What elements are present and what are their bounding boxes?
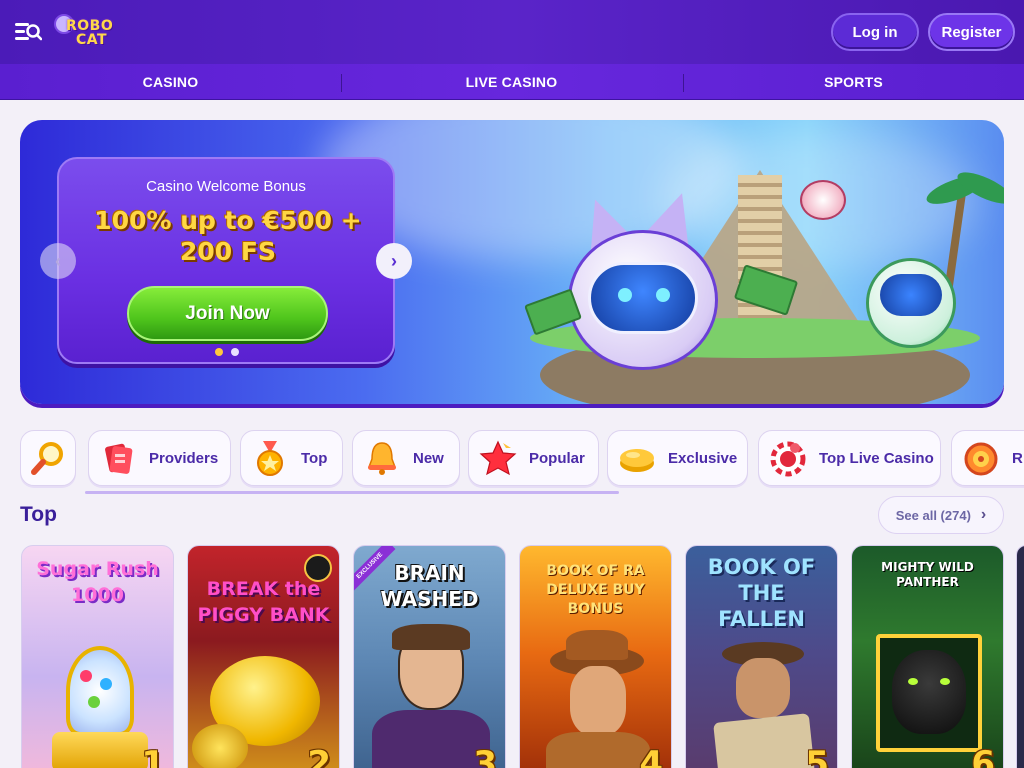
promo-title-line2: 200 FS xyxy=(180,237,276,266)
rank-number: 6 xyxy=(971,744,995,768)
category-roulette[interactable]: R xyxy=(951,430,1024,486)
star-icon xyxy=(479,440,517,476)
category-top[interactable]: Top xyxy=(240,430,343,486)
golden-piggy xyxy=(192,724,248,768)
category-scroll-indicator xyxy=(85,491,619,494)
robot-visor xyxy=(880,274,942,316)
panther-head xyxy=(892,650,966,734)
category-exclusive[interactable]: Exclusive xyxy=(607,430,748,486)
game-tile-break-the-piggy-bank[interactable]: BREAK the PIGGY BANK 2 xyxy=(187,545,340,768)
menu-search-icon[interactable] xyxy=(14,19,43,45)
category-label: Top xyxy=(301,449,328,467)
gold-icon xyxy=(620,449,654,472)
game-tile-sugar-rush[interactable]: Sugar Rush 1000 1 xyxy=(21,545,174,768)
providers-icon xyxy=(105,443,133,474)
panther-eye xyxy=(908,678,918,685)
panther-eye xyxy=(940,678,950,685)
gumball-base xyxy=(52,732,148,768)
game-title: BOOK OF THE FALLEN xyxy=(707,555,816,631)
search-icon xyxy=(31,442,63,475)
rank-number: 4 xyxy=(639,744,663,768)
see-all-button[interactable]: See all (274) › xyxy=(878,496,1004,534)
treasure-map xyxy=(713,713,815,768)
top-header: ROBO CAT Log in Register xyxy=(0,0,1024,64)
character-hair xyxy=(392,624,470,650)
gumball xyxy=(88,696,100,708)
register-button[interactable]: Register xyxy=(928,13,1015,51)
game-tile-partial[interactable] xyxy=(1016,545,1024,768)
carousel-prev-button[interactable]: ‹ xyxy=(40,243,76,279)
login-button[interactable]: Log in xyxy=(831,13,919,51)
section-title: Top xyxy=(20,503,57,526)
welcome-bonus-card: Casino Welcome Bonus 100% up to €500 + 2… xyxy=(57,157,395,364)
category-top-live-casino[interactable]: Top Live Casino xyxy=(758,430,941,486)
category-label: R xyxy=(1012,449,1023,467)
roulette-chip-icon xyxy=(770,441,806,477)
category-providers[interactable]: Providers xyxy=(88,430,231,486)
category-popular[interactable]: Popular xyxy=(468,430,599,486)
promo-title: 100% up to €500 + 200 FS xyxy=(79,205,377,267)
rank-number: 2 xyxy=(307,744,331,768)
explorer-body xyxy=(546,732,650,768)
category-label: Providers xyxy=(149,449,219,467)
category-search[interactable] xyxy=(20,430,76,486)
category-new[interactable]: New xyxy=(352,430,460,486)
nav-casino[interactable]: CASINO xyxy=(0,64,341,100)
category-label: Exclusive xyxy=(668,449,738,467)
game-title: BRAIN WASHED xyxy=(380,561,479,611)
robocat-logo[interactable]: ROBO CAT xyxy=(52,10,126,54)
logo-text-cat: CAT xyxy=(76,32,108,48)
join-now-button[interactable]: Join Now xyxy=(127,286,328,341)
rank-number: 3 xyxy=(473,744,497,768)
gumball xyxy=(100,678,112,690)
robot-eye xyxy=(618,288,632,302)
see-all-label: See all (274) xyxy=(895,507,971,523)
roulette-icon xyxy=(964,442,998,476)
nav-sports[interactable]: SPORTS xyxy=(683,64,1024,100)
game-title: MIGHTY WILD PANTHER xyxy=(881,560,974,589)
carousel-dot-active[interactable] xyxy=(215,348,223,356)
game-tile-book-of-ra[interactable]: BOOK OF RA DELUXE BUY BONUS 4 xyxy=(519,545,672,768)
robot-eye xyxy=(656,288,670,302)
rank-number: 5 xyxy=(805,744,829,768)
chevron-right-icon: › xyxy=(980,506,987,523)
category-bar: Providers Top New Popular Exclusive Top … xyxy=(0,430,1024,488)
provider-badge xyxy=(304,554,332,582)
carousel-dot[interactable] xyxy=(231,348,239,356)
nav-live-casino[interactable]: LIVE CASINO xyxy=(341,64,682,100)
game-title: BOOK OF RA DELUXE BUY BONUS xyxy=(546,563,645,617)
small-robot-cat xyxy=(800,180,846,220)
medal-icon xyxy=(257,441,283,476)
character-body xyxy=(372,710,490,768)
robot-cat-mascot xyxy=(540,185,730,370)
green-robot-cat xyxy=(852,238,972,358)
gumball-machine xyxy=(66,646,134,736)
character-face xyxy=(736,658,790,718)
category-label: Top Live Casino xyxy=(819,449,934,467)
game-tile-mighty-wild-panther[interactable]: MIGHTY WILD PANTHER 6 xyxy=(851,545,1004,768)
game-title: BREAK the PIGGY BANK xyxy=(197,578,330,626)
carousel-next-button[interactable]: › xyxy=(376,243,412,279)
promo-title-line1: 100% up to €500 + xyxy=(94,206,362,235)
rank-number: 1 xyxy=(141,744,165,768)
category-label: Popular xyxy=(529,449,585,467)
bell-icon xyxy=(367,442,397,475)
game-tile-book-of-the-fallen[interactable]: BOOK OF THE FALLEN 5 xyxy=(685,545,838,768)
category-label: New xyxy=(413,449,444,467)
promo-subtitle: Casino Welcome Bonus xyxy=(146,178,306,195)
explorer-hat-crown xyxy=(566,630,628,660)
game-title: Sugar Rush 1000 xyxy=(36,558,159,606)
gumball xyxy=(80,670,92,682)
main-nav: CASINO LIVE CASINO SPORTS xyxy=(0,64,1024,100)
robot-visor xyxy=(588,262,698,334)
explorer-face xyxy=(570,666,626,736)
game-tile-brain-washed[interactable]: EXCLUSIVE BRAIN WASHED 3 xyxy=(353,545,506,768)
